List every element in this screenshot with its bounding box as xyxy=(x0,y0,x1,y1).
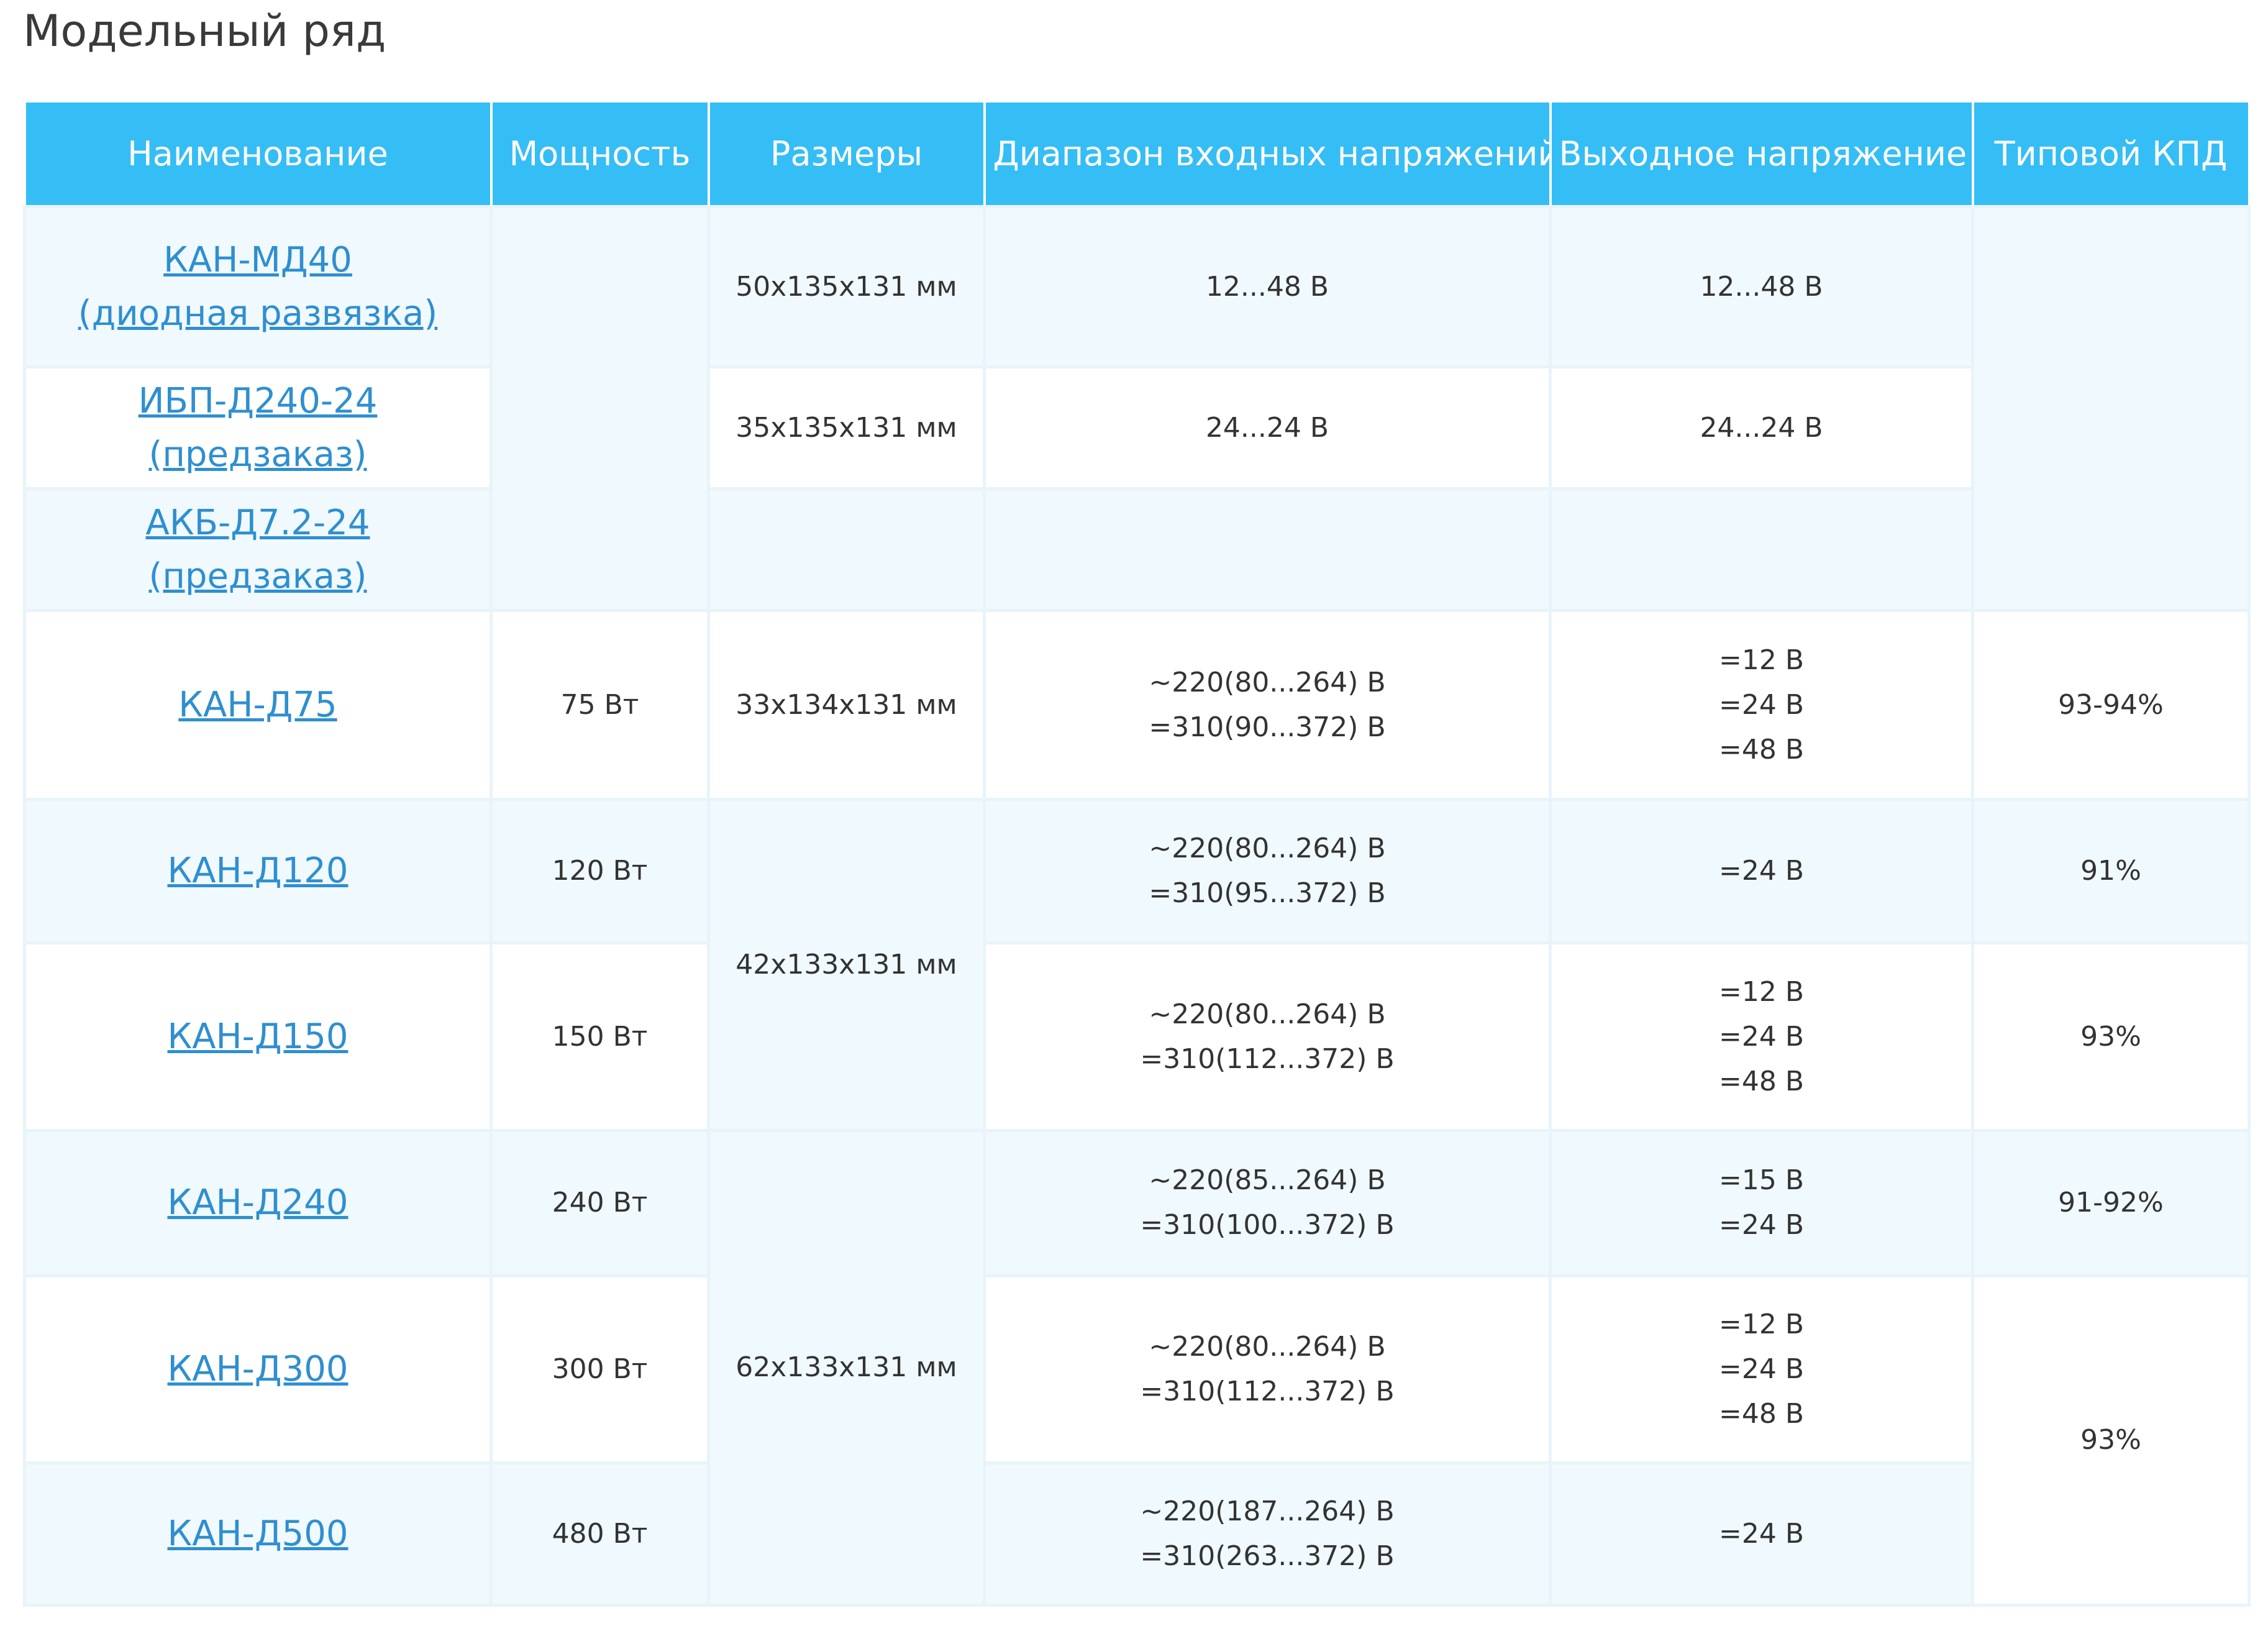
cell-efficiency: 93-94% xyxy=(1971,609,2251,802)
cell-power: 150 Вт xyxy=(490,941,710,1132)
output-voltage-value: =48 В xyxy=(1718,1065,1805,1097)
cell-input-voltage: ~220(80...264) В =310(90...372) В xyxy=(983,609,1552,802)
output-voltage-value: =24 В xyxy=(1718,1517,1805,1550)
output-voltage-value: =24 В xyxy=(1718,1020,1805,1053)
cell-output-voltage: =15 В =24 В xyxy=(1549,1128,1974,1277)
output-voltage-value: =24 В xyxy=(1718,1353,1805,1385)
header-efficiency: Типовой КПД xyxy=(1971,100,2251,208)
cell-output-voltage: =24 В xyxy=(1549,798,1974,945)
table-header-row: Наименование Мощность Размеры Диапазон в… xyxy=(23,100,2251,208)
model-range-table: Наименование Мощность Размеры Диапазон в… xyxy=(23,100,2251,1607)
output-voltage-value: =48 В xyxy=(1718,733,1805,765)
model-link-kan-md40[interactable]: КАН-МД40 xyxy=(34,234,482,287)
cell-input-voltage-empty xyxy=(983,487,1552,613)
cell-input-voltage: 12...48 В xyxy=(983,204,1552,369)
cell-name: КАН-МД40 (диодная развязка) xyxy=(23,204,493,369)
cell-efficiency: 91-92% xyxy=(1971,1128,2251,1277)
cell-power: 75 Вт xyxy=(490,609,710,802)
cell-output-voltage: 24...24 В xyxy=(1549,365,1974,491)
header-size: Размеры xyxy=(707,100,986,208)
table-row: КАН-МД40 (диодная развязка) 50x135x131 м… xyxy=(23,204,2251,613)
model-link-kan-d240[interactable]: КАН-Д240 xyxy=(167,1182,348,1223)
model-link-kan-d150[interactable]: КАН-Д150 xyxy=(167,1017,348,1057)
header-output-voltage: Выходное напряжение xyxy=(1549,100,1974,208)
input-ac-range: ~220(80...264) В xyxy=(1149,1330,1386,1363)
cell-size: 42x133x131 мм xyxy=(707,798,986,1132)
input-ac-range: ~220(85...264) В xyxy=(1149,1164,1386,1197)
output-voltage-value: =12 В xyxy=(1718,975,1805,1008)
cell-output-voltage: =12 В =24 В =48 В xyxy=(1549,941,1974,1132)
cell-power: 480 Вт xyxy=(490,1461,710,1607)
table-row: АКБ-Д7.2-24 (предзаказ) xyxy=(23,487,2249,613)
table-row: КАН-Д500 480 Вт ~220(187...264) В =310(2… xyxy=(23,1461,2249,1607)
cell-size: 35x135x131 мм xyxy=(707,365,986,491)
table-row: КАН-Д300 300 Вт ~220(80...264) В =310(11… xyxy=(23,1274,2251,1607)
table-row: КАН-Д150 150 Вт ~220(80...264) В =310(11… xyxy=(23,941,2251,1132)
cell-size: 62x133x131 мм xyxy=(707,1128,986,1607)
table-row: КАН-Д75 75 Вт 33x134x131 мм ~220(80...26… xyxy=(23,609,2251,802)
cell-output-voltage: =12 В =24 В =48 В xyxy=(1549,609,1974,802)
cell-input-voltage: ~220(80...264) В =310(95...372) В xyxy=(983,798,1552,945)
output-voltage-value: =12 В xyxy=(1718,644,1805,676)
input-ac-range: ~220(80...264) В xyxy=(1149,833,1386,865)
output-voltage-value: =12 В xyxy=(1718,1308,1805,1340)
input-ac-range: ~220(80...264) В xyxy=(1149,998,1386,1030)
cell-input-voltage: ~220(85...264) В =310(100...372) В xyxy=(983,1128,1552,1277)
cell-name: ИБП-Д240-24 (предзаказ) xyxy=(23,365,493,491)
cell-power-empty xyxy=(490,204,710,613)
cell-efficiency: 93% xyxy=(1971,941,2251,1132)
cell-input-voltage: ~220(187...264) В =310(263...372) В xyxy=(983,1461,1552,1607)
cell-name: АКБ-Д7.2-24 (предзаказ) xyxy=(23,487,493,613)
output-voltage-value: =24 В xyxy=(1718,688,1805,721)
input-dc-range: =310(95...372) В xyxy=(1149,877,1386,910)
output-voltage-value: =15 В xyxy=(1718,1164,1805,1197)
input-dc-range: =310(112...372) В xyxy=(1140,1043,1395,1075)
cell-input-voltage: 24...24 В xyxy=(983,365,1552,491)
cell-efficiency: 91% xyxy=(1971,798,2251,945)
table-row: ИБП-Д240-24 (предзаказ) 35x135x131 мм 24… xyxy=(23,365,2249,491)
cell-size: 50x135x131 мм xyxy=(707,204,986,369)
cell-input-voltage: ~220(80...264) В =310(112...372) В xyxy=(983,1274,1552,1464)
header-name: Наименование xyxy=(23,100,493,208)
cell-efficiency-empty xyxy=(1971,204,2251,613)
input-ac-range: ~220(187...264) В xyxy=(1140,1495,1395,1527)
cell-output-voltage: =24 В xyxy=(1549,1461,1974,1607)
header-input-voltage: Диапазон входных напряжений xyxy=(983,100,1552,208)
cell-name: КАН-Д150 xyxy=(23,941,493,1132)
cell-output-voltage: 12...48 В xyxy=(1549,204,1974,369)
header-power: Мощность xyxy=(490,100,710,208)
output-voltage-value: =24 В xyxy=(1718,1209,1805,1241)
cell-size: 33x134x131 мм xyxy=(707,609,986,802)
model-link-kan-d120[interactable]: КАН-Д120 xyxy=(167,851,348,891)
model-link-ibp-d240-24[interactable]: ИБП-Д240-24 (предзаказ) xyxy=(139,381,378,475)
output-voltage-value: =24 В xyxy=(1718,855,1805,887)
model-link-kan-d75[interactable]: КАН-Д75 xyxy=(178,685,337,725)
cell-power: 120 Вт xyxy=(490,798,710,945)
cell-name: КАН-Д120 xyxy=(23,798,493,945)
page-title: Модельный ряд xyxy=(23,6,386,57)
input-dc-range: =310(112...372) В xyxy=(1140,1375,1395,1407)
cell-input-voltage: ~220(80...264) В =310(112...372) В xyxy=(983,941,1552,1132)
cell-output-voltage: =12 В =24 В =48 В xyxy=(1549,1274,1974,1464)
cell-name: КАН-Д500 xyxy=(23,1461,493,1607)
input-dc-range: =310(263...372) В xyxy=(1140,1540,1395,1572)
input-ac-range: ~220(80...264) В xyxy=(1149,666,1386,698)
output-voltage-value: =48 В xyxy=(1718,1397,1805,1430)
cell-efficiency: 93% xyxy=(1971,1274,2251,1607)
cell-size-empty xyxy=(707,487,986,613)
cell-name: КАН-Д240 xyxy=(23,1128,493,1277)
table-row: КАН-Д240 240 Вт 62x133x131 мм ~220(85...… xyxy=(23,1128,2251,1607)
input-dc-range: =310(100...372) В xyxy=(1140,1209,1395,1241)
table-row: КАН-Д120 120 Вт 42x133x131 мм ~220(80...… xyxy=(23,798,2251,1132)
input-dc-range: =310(90...372) В xyxy=(1149,711,1386,743)
cell-name: КАН-Д300 xyxy=(23,1274,493,1464)
cell-power: 240 Вт xyxy=(490,1128,710,1277)
cell-output-voltage-empty xyxy=(1549,487,1974,613)
model-link-kan-d500[interactable]: КАН-Д500 xyxy=(167,1514,348,1554)
model-link-akb-d7-2-24[interactable]: АКБ-Д7.2-24 (предзаказ) xyxy=(146,503,370,596)
cell-power: 300 Вт xyxy=(490,1274,710,1464)
cell-name: КАН-Д75 xyxy=(23,609,493,802)
model-link-kan-d300[interactable]: КАН-Д300 xyxy=(167,1349,348,1389)
model-link-kan-md40-note[interactable]: (диодная развязка) xyxy=(34,287,482,340)
